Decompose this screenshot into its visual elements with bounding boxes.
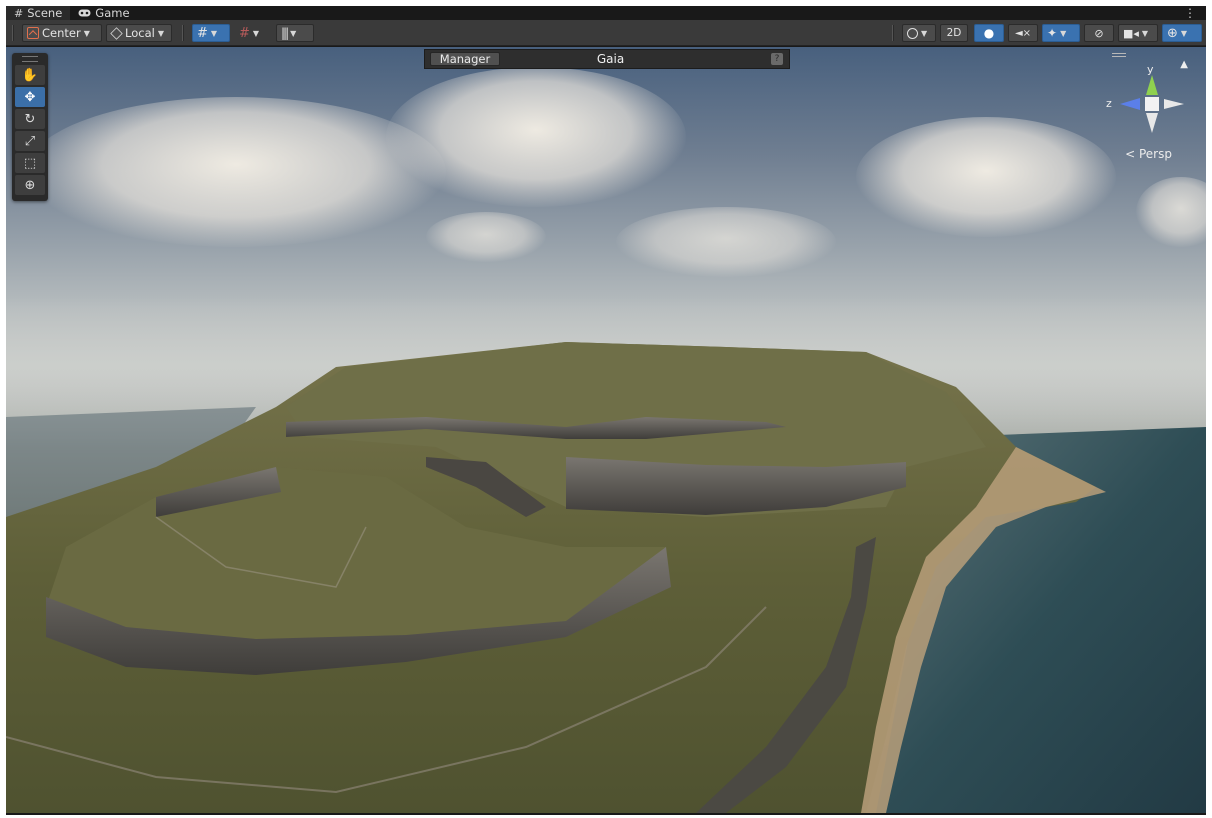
tab-game[interactable]: Game (70, 6, 137, 20)
more-options-icon[interactable]: ⋮ (1184, 6, 1196, 20)
gizmo-center-cube (1145, 97, 1159, 111)
toolbar-grip[interactable] (892, 25, 894, 41)
y-axis-cone (1146, 75, 1158, 95)
game-controller-icon (78, 7, 91, 20)
chevron-down-icon: ▼ (1060, 28, 1067, 38)
scene-view-window: # Scene Game ⋮ Center ▼ Local ▼ # ▼ # ▼ … (6, 6, 1206, 813)
tab-game-label: Game (95, 6, 130, 20)
chevron-down-icon: ▼ (210, 28, 218, 38)
chevron-down-icon: ▼ (83, 28, 90, 38)
eye-slash-icon: ⊘ (1094, 26, 1104, 40)
terrain-render (6, 342, 1206, 813)
gizmos-dropdown[interactable]: ⊕ ▼ (1162, 24, 1202, 42)
effects-icon: ✦ (1047, 26, 1058, 40)
transform-tool-button[interactable]: ⊕ (15, 175, 45, 195)
pivot-center-icon (27, 27, 39, 39)
scale-tool-button[interactable]: ⤢ (15, 131, 45, 151)
light-bulb-icon: ● (983, 26, 995, 40)
scale-icon: ⤢ (24, 133, 36, 149)
hand-icon: ✋ (21, 67, 39, 83)
gaia-overlay-window: Manager Gaia ? (424, 49, 790, 69)
rotate-icon: ↻ (24, 111, 36, 127)
hidden-objects-toggle[interactable]: ⊘ (1084, 24, 1114, 42)
hand-tool-button[interactable]: ✋ (15, 65, 45, 85)
help-icon[interactable]: ? (771, 53, 783, 65)
manager-button-label: Manager (439, 52, 491, 66)
projection-toggle[interactable]: < Persp (1125, 147, 1172, 161)
grid-lines-icon: ||| (281, 26, 289, 40)
increment-snap-icon: # (239, 25, 250, 41)
audio-toggle[interactable]: ◄× (1008, 24, 1038, 42)
grid-snap-icon: # (197, 25, 208, 41)
tool-palette: ✋ ✥ ↻ ⤢ ⬚ ⊕ (12, 53, 48, 201)
lighting-toggle[interactable]: ● (974, 24, 1004, 42)
chevron-down-icon: ▼ (921, 28, 928, 38)
pivot-mode-label: Center (42, 26, 81, 40)
shading-mode-dropdown[interactable]: ▼ (902, 24, 936, 42)
chevron-down-icon: ▼ (1141, 28, 1149, 38)
tab-scene-label: Scene (27, 6, 63, 20)
transform-globe-icon: ⊕ (24, 177, 36, 193)
move-arrows-icon: ✥ (24, 89, 36, 105)
increment-snap-toggle[interactable]: # ▼ (234, 24, 272, 42)
rect-tool-button[interactable]: ⬚ (15, 153, 45, 173)
camera-settings-dropdown[interactable]: ■◂ ▼ (1118, 24, 1158, 42)
effects-dropdown[interactable]: ✦ ▼ (1042, 24, 1080, 42)
chevron-down-icon: ▼ (1180, 28, 1188, 38)
y-axis-label: y (1147, 63, 1154, 76)
pivot-rotation-label: Local (125, 26, 155, 40)
local-cube-icon (110, 26, 123, 40)
neg-y-cone (1146, 113, 1158, 133)
palette-drag-handle[interactable] (22, 56, 38, 62)
pivot-mode-dropdown[interactable]: Center ▼ (22, 24, 102, 42)
move-tool-button[interactable]: ✥ (15, 87, 45, 107)
chevron-down-icon: ▼ (290, 28, 297, 38)
toolbar-grip[interactable] (12, 25, 14, 41)
grid-visibility-dropdown[interactable]: ||| ▼ (276, 24, 314, 42)
scene-toolbar: Center ▼ Local ▼ # ▼ # ▼ ||| ▼ ▼ 2D ● ◄×… (6, 20, 1206, 46)
camera-icon: ■◂ (1123, 26, 1139, 40)
scene-viewport[interactable]: ✋ ✥ ↻ ⤢ ⬚ ⊕ Manager Gaia ? ▲ y z < Persp (6, 47, 1206, 813)
toggle-2d-button[interactable]: 2D (940, 24, 968, 42)
scene-hash-icon: # (14, 6, 24, 20)
toggle-2d-label: 2D (946, 27, 962, 39)
bottom-border (6, 813, 1206, 815)
rotate-tool-button[interactable]: ↻ (15, 109, 45, 129)
overlay-title: Gaia (596, 52, 625, 66)
chevron-down-icon: ▼ (252, 28, 260, 38)
pivot-rotation-dropdown[interactable]: Local ▼ (106, 24, 172, 42)
manager-button[interactable]: Manager (430, 52, 500, 66)
tab-scene[interactable]: # Scene (6, 6, 71, 20)
rect-transform-icon: ⬚ (23, 155, 37, 171)
z-axis-label: z (1106, 97, 1112, 110)
chevron-down-icon: ▼ (157, 28, 164, 38)
grid-snap-toggle[interactable]: # ▼ (192, 24, 230, 42)
gizmo-globe-icon: ⊕ (1167, 25, 1178, 41)
tab-strip: # Scene Game ⋮ (6, 6, 1206, 20)
z-axis-cone (1120, 98, 1140, 110)
toolbar-grip[interactable] (182, 25, 184, 41)
shading-sphere-icon (907, 27, 918, 39)
x-axis-cone (1164, 99, 1184, 109)
audio-mute-icon: ◄× (1014, 27, 1032, 39)
